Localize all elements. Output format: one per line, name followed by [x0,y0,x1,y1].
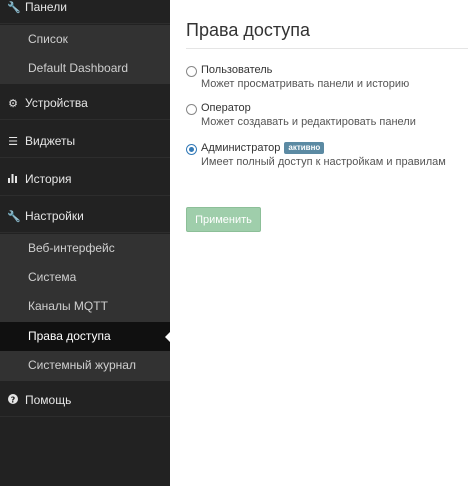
nav-settings[interactable]: 🔧 Настройки [0,199,170,233]
main-content: Права доступа Пользователь Может просмат… [170,0,474,486]
nav-help-label: Помощь [25,393,72,407]
bar-chart-icon [7,163,19,197]
sidebar-item-system-log[interactable]: Системный журнал [0,351,170,380]
option-administrator-title: Администратор [201,142,281,154]
nav-panels[interactable]: 🔧 Панели [0,0,170,24]
sidebar-item-system[interactable]: Система [0,263,170,292]
sidebar-item-list[interactable]: Список [0,25,170,54]
question-circle-icon: ? [7,384,19,418]
svg-text:?: ? [11,395,16,404]
option-operator-desc: Может создавать и редактировать панели [201,116,416,128]
sidebar-item-mqtt-channels[interactable]: Каналы MQTT [0,292,170,321]
sidebar-item-web-interface[interactable]: Веб-интерфейс [0,234,170,263]
wrench-icon: 🔧 [7,211,21,223]
option-administrator-desc: Имеет полный доступ к настройкам и прави… [201,156,446,168]
sidebar-item-default-dashboard[interactable]: Default Dashboard [0,54,170,83]
nav-widgets[interactable]: ☰ Виджеты [0,124,170,158]
nav-panels-label: Панели [25,0,67,14]
sidebar-item-access-rights[interactable]: Права доступа [0,322,170,351]
nav-devices[interactable]: ⚙ Устройства [0,86,170,120]
panels-submenu: Список Default Dashboard [0,25,170,84]
settings-submenu: Веб-интерфейс Система Каналы MQTT Права … [0,234,170,381]
option-operator-title: Оператор [201,102,251,114]
page-title: Права доступа [186,20,468,49]
option-user-title: Пользователь [201,64,273,76]
nav-history[interactable]: История [0,162,170,196]
sidebar-item-access-rights-label: Права доступа [28,329,111,343]
wrench-icon: 🔧 [7,2,21,14]
nav-devices-label: Устройства [25,96,88,110]
option-user-desc: Может просматривать панели и историю [201,78,410,90]
apply-button[interactable]: Применить [186,207,261,232]
gear-icon: ⚙ [8,98,18,110]
radio-operator[interactable] [186,104,197,115]
nav-history-label: История [25,172,72,186]
option-administrator-title-row: Администратор активно [201,142,325,154]
radio-administrator[interactable] [186,144,197,155]
list-icon: ☰ [8,136,18,148]
sidebar: 🔧 Панели Список Default Dashboard ⚙ Устрой… [0,0,170,486]
radio-user[interactable] [186,66,197,77]
nav-settings-label: Настройки [25,209,84,223]
status-badge: активно [284,142,325,154]
nav-widgets-label: Виджеты [25,134,76,148]
nav-help[interactable]: ? Помощь [0,383,170,417]
